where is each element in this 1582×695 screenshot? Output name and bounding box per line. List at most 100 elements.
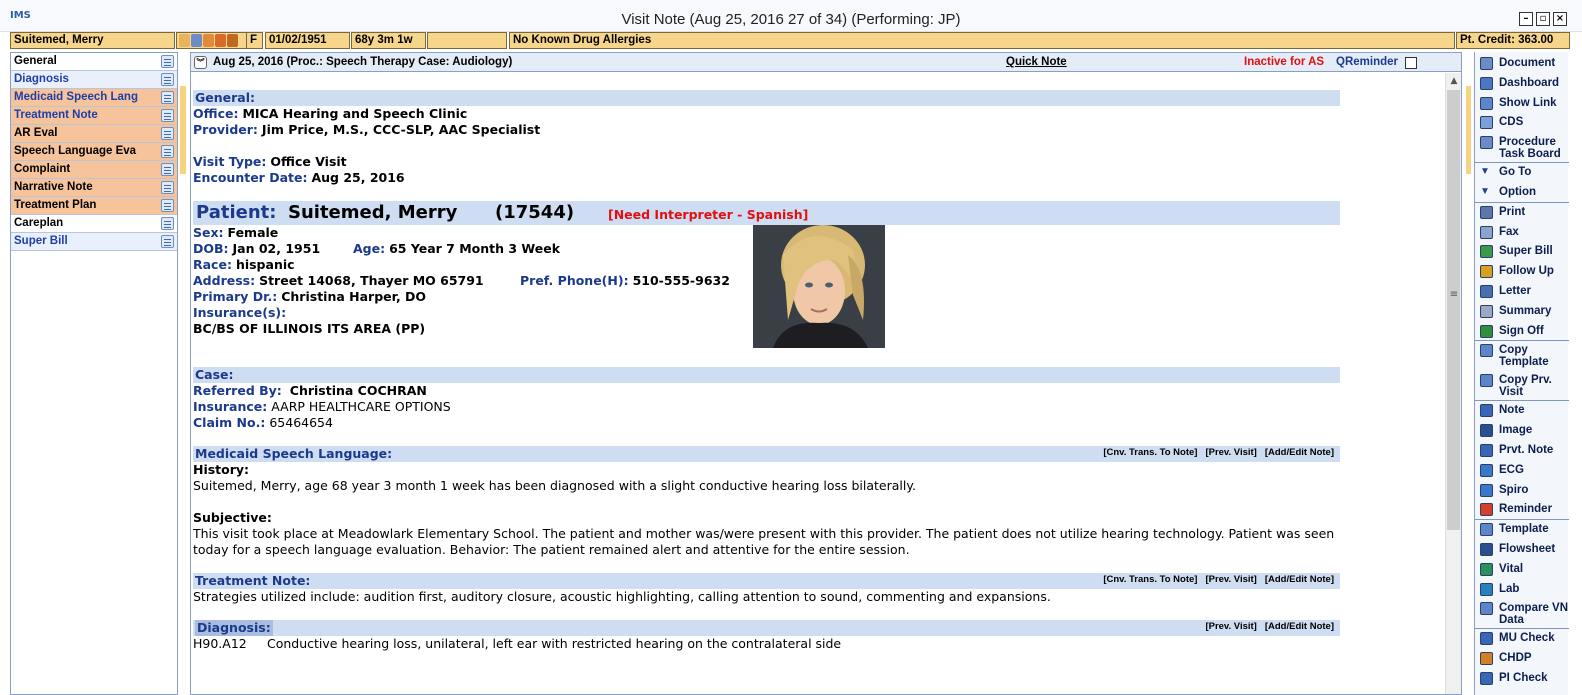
toolbar-sign-off-button[interactable]: Sign Off bbox=[1475, 322, 1569, 342]
private-note-icon bbox=[1480, 444, 1493, 457]
right-splitter-handle[interactable] bbox=[1466, 86, 1471, 174]
notes-icon[interactable] bbox=[161, 145, 174, 158]
sidebar-item-label: Treatment Note bbox=[14, 109, 98, 121]
toolbar-note-button[interactable]: Note bbox=[1475, 401, 1569, 421]
toolbar-compare-vn-data-button[interactable]: Compare VN Data bbox=[1475, 599, 1569, 629]
toolbar-super-bill-button[interactable]: Super Bill bbox=[1475, 242, 1569, 262]
primary-doctor-line: Primary Dr.: Christina Harper, DO bbox=[193, 289, 427, 304]
toolbar-copy-template-button[interactable]: Copy Template bbox=[1475, 341, 1569, 371]
scroll-up-icon[interactable]: ▲ bbox=[1446, 73, 1462, 89]
left-splitter-handle[interactable] bbox=[180, 86, 186, 174]
follow-up-icon bbox=[1480, 265, 1493, 279]
action-toolbar: Document Dashboard Show Link CDS Procedure T… bbox=[1474, 52, 1569, 695]
toolbar-ecg-button[interactable]: ECG bbox=[1475, 461, 1569, 481]
toolbar-spiro-button[interactable]: Spiro bbox=[1475, 481, 1569, 501]
toolbar-flowsheet-button[interactable]: Flowsheet bbox=[1475, 540, 1569, 560]
subjective-text: This visit took place at Meadowlark Elem… bbox=[193, 526, 1335, 557]
toolbar-show-link-button[interactable]: Show Link bbox=[1475, 94, 1569, 114]
toolbar-pi-check-button[interactable]: PI Check bbox=[1475, 669, 1569, 689]
notes-icon[interactable] bbox=[161, 235, 174, 248]
toolbar-fax-button[interactable]: Fax bbox=[1475, 223, 1569, 243]
toolbar-lab-button[interactable]: Lab bbox=[1475, 580, 1569, 600]
sidebar-item-label: Narrative Note bbox=[14, 181, 93, 193]
toolbar-item-label: Super Bill bbox=[1499, 245, 1553, 258]
vertical-scrollbar[interactable]: ▲ ≡ bbox=[1445, 73, 1461, 694]
sidebar-item-complaint[interactable]: Complaint bbox=[11, 161, 177, 179]
close-button[interactable]: × bbox=[1553, 12, 1567, 26]
banner-allergies[interactable]: No Known Drug Allergies bbox=[509, 32, 1455, 49]
visit-type-line: Visit Type: Office Visit bbox=[193, 154, 347, 169]
race-line: Race: hispanic bbox=[193, 257, 295, 272]
toolbar-vital-button[interactable]: Vital bbox=[1475, 560, 1569, 580]
toolbar-print-button[interactable]: Print bbox=[1475, 203, 1569, 223]
sidebar-item-careplan[interactable]: Careplan bbox=[11, 215, 177, 233]
toolbar-summary-button[interactable]: Summary bbox=[1475, 302, 1569, 322]
collapse-chevron-icon[interactable]: ︾ bbox=[194, 56, 207, 69]
sidebar-item-ar-eval[interactable]: AR Eval bbox=[11, 125, 177, 143]
banner-patient-name[interactable]: Suitemed, Merry bbox=[10, 32, 175, 49]
notes-icon[interactable] bbox=[161, 109, 174, 122]
toolbar-copy-prv-visit-button[interactable]: Copy Prv. Visit bbox=[1475, 371, 1569, 401]
notes-icon[interactable] bbox=[161, 181, 174, 194]
treatment-text: Strategies utilized include: audition fi… bbox=[193, 589, 1051, 604]
sidebar-item-general[interactable]: General bbox=[11, 53, 177, 71]
toolbar-go-to-button[interactable]: ▼ Go To bbox=[1475, 163, 1569, 183]
sidebar-item-medicaid-speech[interactable]: Medicaid Speech Lang bbox=[11, 89, 177, 107]
sidebar-item-diagnosis[interactable]: Diagnosis bbox=[11, 71, 177, 89]
notes-icon[interactable] bbox=[161, 91, 174, 104]
scroll-thumb[interactable] bbox=[1447, 90, 1460, 530]
maximize-button[interactable]: ▫ bbox=[1536, 12, 1550, 26]
sidebar-item-speech-language-eval[interactable]: Speech Language Eva bbox=[11, 143, 177, 161]
notes-icon[interactable] bbox=[161, 55, 174, 68]
toolbar-item-label: Template bbox=[1499, 523, 1549, 536]
convert-transcription-link[interactable]: [Cnv. Trans. To Note] bbox=[1103, 447, 1197, 458]
qreminder-checkbox[interactable] bbox=[1405, 57, 1417, 69]
add-edit-note-link[interactable]: [Add/Edit Note] bbox=[1265, 574, 1334, 585]
sidebar-item-narrative-note[interactable]: Narrative Note bbox=[11, 179, 177, 197]
prev-visit-link[interactable]: [Prev. Visit] bbox=[1205, 574, 1256, 585]
toolbar-item-label: Procedure Task Board bbox=[1499, 136, 1561, 161]
toolbar-item-label: MU Check bbox=[1499, 632, 1555, 645]
sidebar-item-treatment-note[interactable]: Treatment Note bbox=[11, 107, 177, 125]
minimize-button[interactable]: – bbox=[1519, 12, 1533, 26]
subjective-label: Subjective: bbox=[193, 510, 272, 525]
prev-visit-link[interactable]: [Prev. Visit] bbox=[1205, 621, 1256, 632]
sidebar-item-super-bill[interactable]: Super Bill bbox=[11, 233, 177, 251]
toolbar-item-label: Fax bbox=[1499, 225, 1519, 238]
notes-icon[interactable] bbox=[161, 217, 174, 230]
notes-icon[interactable] bbox=[161, 199, 174, 212]
toolbar-prvt-note-button[interactable]: Prvt. Note bbox=[1475, 441, 1569, 461]
toolbar-option-button[interactable]: ▼ Option bbox=[1475, 183, 1569, 203]
toolbar-template-button[interactable]: Template bbox=[1475, 520, 1569, 540]
person-icon[interactable] bbox=[179, 34, 190, 47]
cds-icon bbox=[1480, 116, 1493, 130]
family-icon[interactable] bbox=[203, 34, 214, 47]
convert-transcription-link[interactable]: [Cnv. Trans. To Note] bbox=[1103, 574, 1197, 585]
notes-icon[interactable] bbox=[161, 163, 174, 176]
toolbar-cds-button[interactable]: CDS bbox=[1475, 113, 1569, 133]
add-edit-note-link[interactable]: [Add/Edit Note] bbox=[1265, 621, 1334, 632]
toolbar-letter-button[interactable]: Letter bbox=[1475, 282, 1569, 302]
toolbar-follow-up-button[interactable]: Follow Up bbox=[1475, 262, 1569, 282]
caregiver-icon[interactable] bbox=[227, 34, 238, 47]
toolbar-mu-check-button[interactable]: MU Check bbox=[1475, 629, 1569, 649]
task-board-icon bbox=[1480, 136, 1493, 150]
toolbar-chdp-button[interactable]: CHDP bbox=[1475, 649, 1569, 669]
quick-note-link[interactable]: Quick Note bbox=[1006, 53, 1067, 72]
note-icon bbox=[1480, 404, 1493, 418]
toolbar-document-button[interactable]: Document bbox=[1475, 54, 1569, 74]
banner-credit[interactable]: Pt. Credit: 363.00 bbox=[1456, 32, 1570, 49]
notes-icon[interactable] bbox=[161, 73, 174, 86]
add-edit-note-link[interactable]: [Add/Edit Note] bbox=[1265, 447, 1334, 458]
sidebar-item-treatment-plan[interactable]: Treatment Plan bbox=[11, 197, 177, 215]
toolbar-image-button[interactable]: Image bbox=[1475, 421, 1569, 441]
toolbar-dashboard-button[interactable]: Dashboard bbox=[1475, 74, 1569, 94]
notes-icon[interactable] bbox=[161, 127, 174, 140]
guardian-icon[interactable] bbox=[215, 34, 226, 47]
toolbar-procedure-task-board-button[interactable]: Procedure Task Board bbox=[1475, 133, 1569, 163]
copy-visit-icon bbox=[1480, 374, 1493, 388]
banner-age: 68y 3m 1w bbox=[351, 32, 426, 49]
prev-visit-link[interactable]: [Prev. Visit] bbox=[1205, 447, 1256, 458]
id-card-icon[interactable] bbox=[191, 34, 202, 47]
toolbar-reminder-button[interactable]: Reminder bbox=[1475, 500, 1569, 520]
